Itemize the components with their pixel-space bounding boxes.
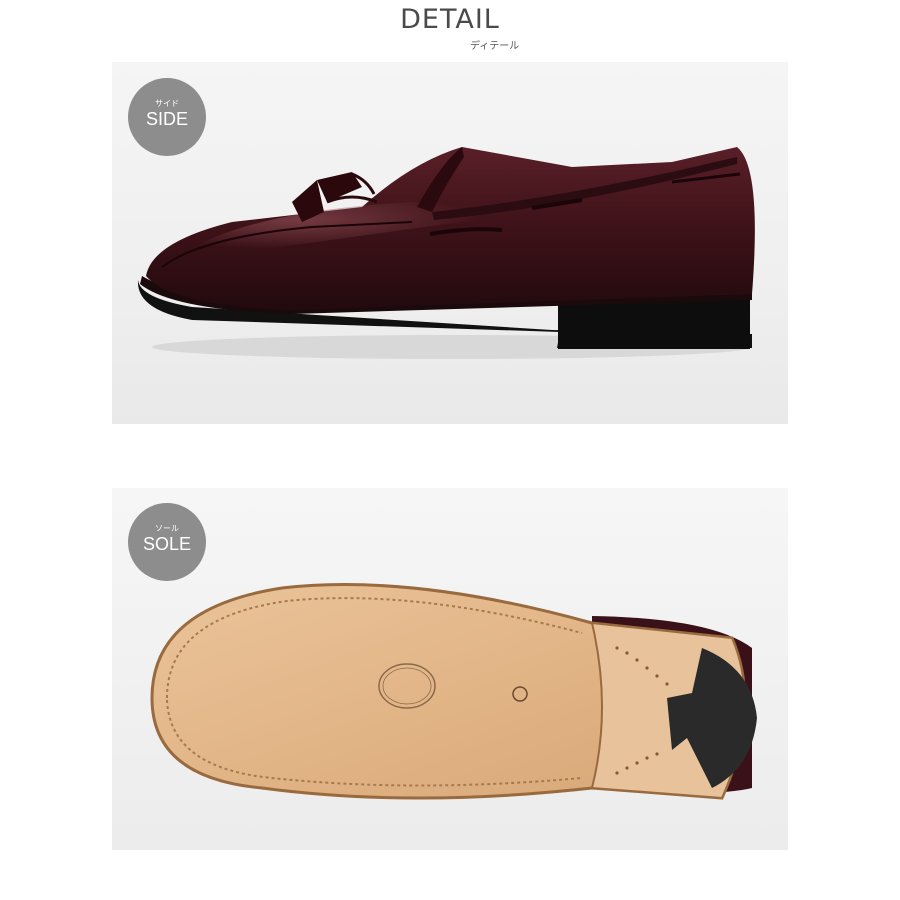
side-label-badge: サイド SIDE: [128, 78, 206, 156]
loafer-sole-illustration: [150, 583, 757, 800]
sole-label-badge: ソール SOLE: [128, 503, 206, 581]
section-title: DETAIL: [400, 4, 500, 35]
sole-label-big: SOLE: [142, 534, 192, 554]
side-label-small: サイド: [155, 99, 179, 108]
sole-view-photo: [112, 488, 788, 850]
section-subtitle: ディテール: [470, 41, 520, 52]
side-view-photo: [112, 62, 788, 424]
sole-label-small: ソール: [155, 524, 179, 533]
side-label-big: SIDE: [145, 109, 188, 129]
detail-header: DETAIL ディテール: [0, 0, 900, 60]
loafer-side-illustration: [137, 147, 755, 359]
